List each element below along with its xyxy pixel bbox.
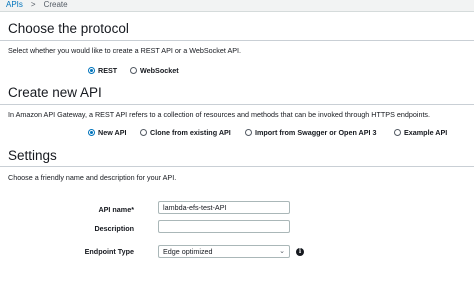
settings-section-title: Settings	[8, 148, 57, 163]
radio-example-api[interactable]: Example API	[394, 127, 447, 137]
description-input[interactable]	[158, 220, 290, 233]
chevron-down-icon: ⌄	[279, 248, 285, 255]
divider	[0, 166, 474, 167]
breadcrumb-separator: >	[30, 0, 36, 9]
radio-import-swagger[interactable]: Import from Swagger or Open API 3	[245, 127, 377, 137]
breadcrumb-bar: APIs > Create	[0, 0, 474, 12]
radio-new-api[interactable]: New API	[88, 127, 127, 137]
settings-description: Choose a friendly name and description f…	[8, 173, 177, 182]
radio-rest-control[interactable]	[88, 66, 95, 74]
breadcrumb-current: Create	[43, 0, 68, 9]
create-api-description: In Amazon API Gateway, a REST API refers…	[8, 110, 431, 119]
info-icon[interactable]: i	[296, 248, 304, 256]
breadcrumb: APIs > Create	[6, 0, 68, 10]
description-label: Description	[94, 224, 134, 233]
radio-import-swagger-label: Import from Swagger or Open API 3	[255, 127, 377, 137]
create-api-section-title: Create new API	[8, 85, 102, 100]
breadcrumb-apis-link[interactable]: APIs	[6, 0, 23, 9]
radio-websocket-label: WebSocket	[140, 65, 179, 75]
api-name-input[interactable]	[158, 201, 290, 214]
radio-example-api-label: Example API	[404, 127, 448, 137]
endpoint-type-value: Edge optimized	[163, 247, 213, 256]
radio-rest-label: REST	[98, 65, 118, 75]
divider	[0, 104, 474, 105]
radio-import-swagger-control[interactable]	[245, 128, 252, 136]
protocol-section-title: Choose the protocol	[8, 21, 129, 36]
radio-new-api-control[interactable]	[88, 128, 95, 136]
protocol-description: Select whether you would like to create …	[8, 46, 242, 55]
endpoint-type-select[interactable]: Edge optimized ⌄	[158, 245, 290, 258]
radio-websocket[interactable]: WebSocket	[130, 65, 179, 75]
radio-example-api-control[interactable]	[394, 128, 401, 136]
radio-clone-api[interactable]: Clone from existing API	[140, 127, 231, 137]
divider	[0, 40, 474, 41]
radio-rest[interactable]: REST	[88, 65, 117, 75]
radio-websocket-control[interactable]	[130, 66, 137, 74]
radio-new-api-label: New API	[98, 127, 127, 137]
radio-clone-api-label: Clone from existing API	[150, 127, 231, 137]
api-name-label: API name*	[98, 205, 134, 214]
endpoint-type-label: Endpoint Type	[84, 247, 134, 256]
radio-clone-api-control[interactable]	[140, 128, 147, 136]
